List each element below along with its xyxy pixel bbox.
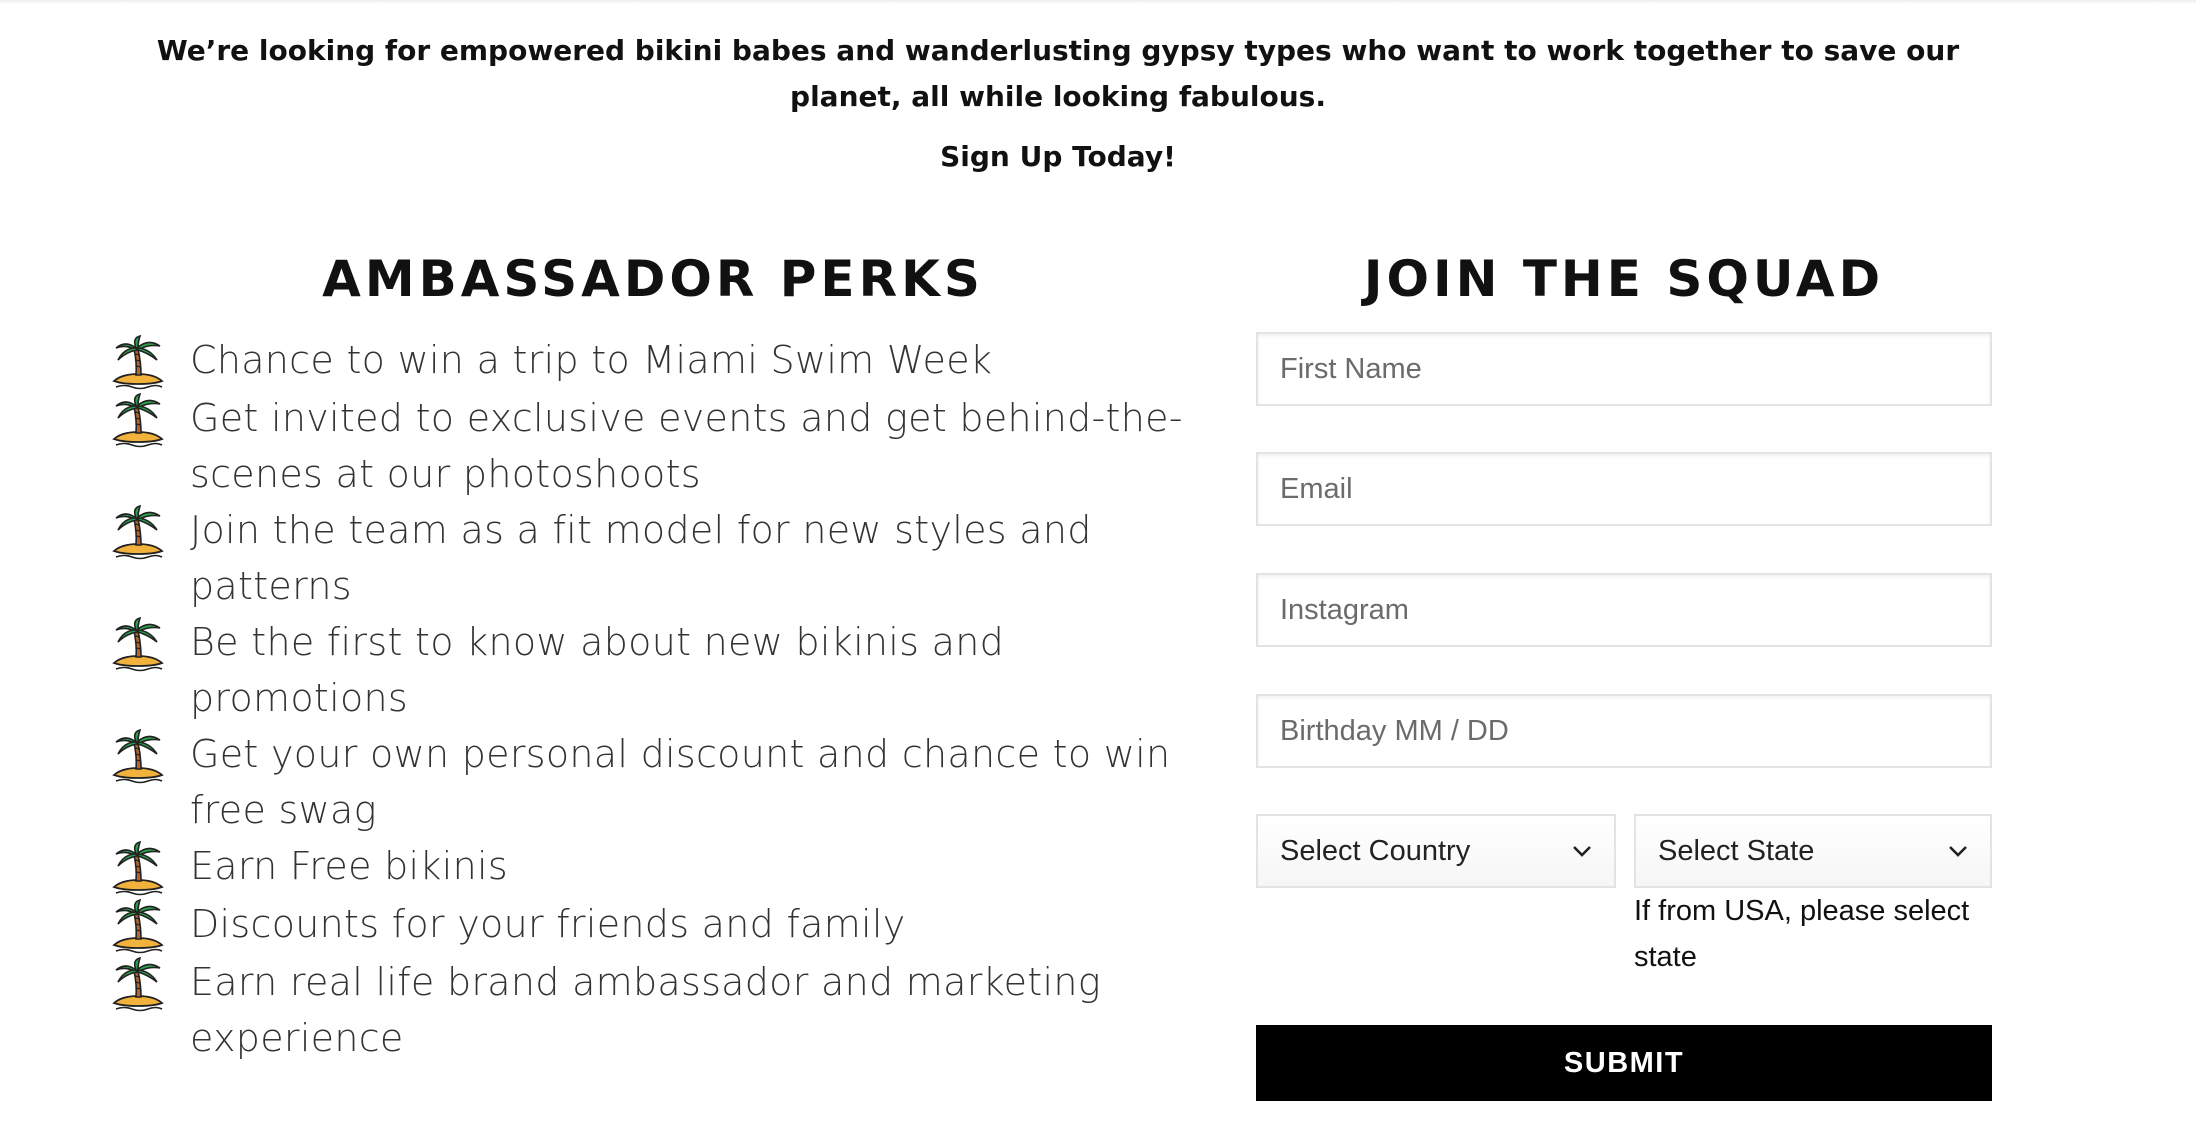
state-select-label: Select State <box>1658 834 1815 867</box>
palm-tree-island-icon <box>110 898 166 954</box>
palm-tree-island-icon <box>110 392 166 448</box>
email-field[interactable] <box>1256 452 1992 526</box>
palm-tree-island-icon <box>112 504 164 560</box>
palm-tree-island-icon <box>112 840 164 896</box>
chevron-down-icon <box>1949 846 1967 857</box>
perk-item: Discounts for your friends and family <box>110 896 1200 954</box>
country-select[interactable]: Select Country <box>1256 814 1616 888</box>
perks-heading: AMBASSADOR PERKS <box>322 250 984 308</box>
palm-tree-island-icon <box>112 334 164 390</box>
palm-tree-island-icon <box>110 616 166 672</box>
perk-text: Chance to win a trip to Miami Swim Week <box>190 338 993 382</box>
perk-item: Get invited to exclusive events and get … <box>110 390 1200 502</box>
top-divider <box>0 0 2196 4</box>
intro-text: We’re looking for empowered bikini babes… <box>156 34 1960 113</box>
perk-text: Get your own personal discount and chanc… <box>190 732 1171 832</box>
perk-item: Earn real life brand ambassador and mark… <box>110 954 1200 1066</box>
palm-tree-island-icon <box>110 504 166 560</box>
palm-tree-island-icon <box>112 392 164 448</box>
perk-text: Be the first to know about new bikinis a… <box>190 620 1005 720</box>
perk-text: Get invited to exclusive events and get … <box>190 396 1183 496</box>
palm-tree-island-icon <box>110 956 166 1012</box>
perk-item: Chance to win a trip to Miami Swim Week <box>110 332 1200 390</box>
palm-tree-island-icon <box>112 616 164 672</box>
submit-button[interactable]: SUBMIT <box>1256 1025 1992 1101</box>
perk-item: Earn Free bikinis <box>110 838 1200 896</box>
perk-item: Get your own personal discount and chanc… <box>110 726 1200 838</box>
perk-text: Discounts for your friends and family <box>190 902 906 946</box>
state-hint: If from USA, please select state <box>1634 895 1970 973</box>
perk-text: Earn real life brand ambassador and mark… <box>190 960 1101 1060</box>
palm-tree-island-icon <box>110 840 166 896</box>
first-name-field[interactable] <box>1256 332 1992 406</box>
palm-tree-island-icon <box>110 334 166 390</box>
palm-tree-island-icon <box>112 956 164 1012</box>
perk-item: Be the first to know about new bikinis a… <box>110 614 1200 726</box>
signup-cta: Sign Up Today! <box>940 140 1176 173</box>
perk-text: Join the team as a fit model for new sty… <box>190 508 1092 608</box>
instagram-field[interactable] <box>1256 573 1992 647</box>
birthday-field[interactable] <box>1256 694 1992 768</box>
chevron-down-icon <box>1573 846 1591 857</box>
perk-item: Join the team as a fit model for new sty… <box>110 502 1200 614</box>
palm-tree-island-icon <box>112 898 164 954</box>
country-select-label: Select Country <box>1280 834 1471 867</box>
palm-tree-island-icon <box>112 728 164 784</box>
perks-list: Chance to win a trip to Miami Swim Week … <box>110 332 1200 1066</box>
perk-text: Earn Free bikinis <box>190 844 508 888</box>
state-select[interactable]: Select State <box>1634 814 1992 888</box>
palm-tree-island-icon <box>110 728 166 784</box>
join-heading: JOIN THE SQUAD <box>1363 250 1885 308</box>
